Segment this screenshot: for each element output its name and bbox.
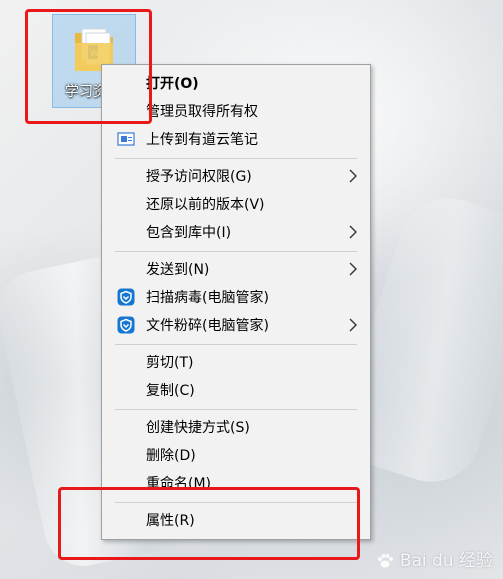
chevron-right-icon [349, 262, 357, 276]
context-menu: 打开(O) 管理员取得所有权 上传到有道云笔记 授予访问权限(G) 还原以前的版… [101, 64, 371, 540]
menu-item-upload-youdao[interactable]: 上传到有道云笔记 [104, 126, 368, 152]
menu-item-label: 打开(O) [146, 76, 199, 92]
menu-item-label: 发送到(N) [146, 262, 210, 278]
menu-item-label: 还原以前的版本(V) [146, 197, 265, 213]
menu-item-label: 剪切(T) [146, 355, 194, 371]
menu-item-copy[interactable]: 复制(C) [104, 377, 368, 403]
menu-item-restore-previous[interactable]: 还原以前的版本(V) [104, 191, 368, 217]
menu-item-label: 授予访问权限(G) [146, 169, 252, 185]
menu-separator [115, 409, 357, 410]
menu-item-label: 管理员取得所有权 [146, 104, 258, 120]
menu-item-label: 包含到库中(I) [146, 225, 232, 241]
menu-item-label: 删除(D) [146, 448, 196, 464]
menu-item-scan-virus[interactable]: 扫描病毒(电脑管家) [104, 284, 368, 310]
menu-separator [115, 344, 357, 345]
tencent-pc-manager-icon [117, 288, 135, 306]
menu-item-create-shortcut[interactable]: 创建快捷方式(S) [104, 414, 368, 440]
menu-item-shred-file[interactable]: 文件粉碎(电脑管家) [104, 312, 368, 338]
menu-separator [115, 251, 357, 252]
chevron-right-icon [349, 225, 357, 239]
baidu-jingyan-watermark: Bai du 经验 [376, 546, 493, 571]
tencent-pc-manager-icon [117, 316, 135, 334]
menu-item-label: 上传到有道云笔记 [146, 132, 258, 148]
watermark-text: Bai du 经验 [399, 551, 493, 571]
menu-item-label: 文件粉碎(电脑管家) [146, 318, 269, 334]
menu-item-label: 复制(C) [146, 383, 195, 399]
highlight-box-folder [25, 9, 152, 124]
menu-item-cut[interactable]: 剪切(T) [104, 349, 368, 375]
youdao-note-icon [117, 132, 135, 146]
menu-item-label: 扫描病毒(电脑管家) [146, 290, 269, 306]
menu-item-send-to[interactable]: 发送到(N) [104, 256, 368, 282]
baidu-paw-icon [378, 554, 394, 568]
menu-separator [115, 158, 357, 159]
menu-item-delete[interactable]: 删除(D) [104, 442, 368, 468]
highlight-box-properties [58, 487, 360, 560]
chevron-right-icon [349, 169, 357, 183]
menu-item-include-in-library[interactable]: 包含到库中(I) [104, 219, 368, 245]
menu-item-give-access[interactable]: 授予访问权限(G) [104, 163, 368, 189]
menu-item-label: 创建快捷方式(S) [146, 420, 250, 436]
chevron-right-icon [349, 318, 357, 332]
